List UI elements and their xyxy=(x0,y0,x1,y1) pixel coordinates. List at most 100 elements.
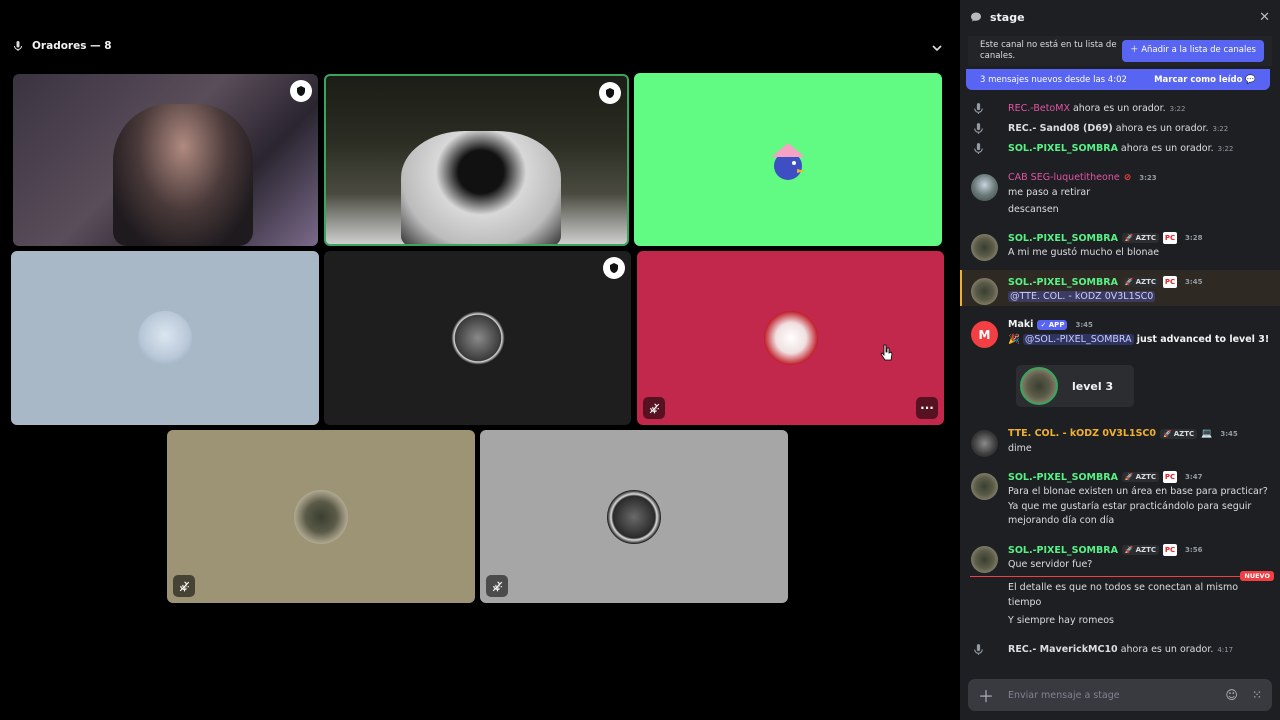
microphone-icon xyxy=(974,143,983,154)
message-author[interactable]: SOL.-PIXEL_SOMBRA xyxy=(1008,233,1118,244)
microphone-icon xyxy=(974,123,983,134)
app-badge-label: APP xyxy=(1048,320,1065,329)
new-badge: NUEVO xyxy=(1240,571,1274,581)
event-user[interactable]: SOL.-PIXEL_SOMBRA xyxy=(1008,143,1118,154)
message-composer: ＋ Enviar mensaje a stage ☺ ⁙ xyxy=(968,679,1272,711)
chat-message: SOL.-PIXEL_SOMBRA 🚀 AZTC PC 3:28 A mi me… xyxy=(960,232,1280,266)
avatar[interactable]: M xyxy=(971,321,998,348)
chat-bubble-icon xyxy=(971,12,981,22)
mark-read-button[interactable]: Marcar como leído 💬 xyxy=(1154,75,1256,85)
blocked-icon: ⊘ xyxy=(1123,172,1132,183)
event-text: ahora es un orador. xyxy=(1120,143,1214,154)
cursor-icon xyxy=(880,344,893,361)
event-text: ahora es un orador. xyxy=(1115,123,1209,134)
system-event: REC.- Sand08 (D69) ahora es un orador. 3… xyxy=(972,122,1228,135)
system-event: REC.- MaverickMC10 ahora es un orador. 4… xyxy=(972,643,1233,656)
mic-muted-icon xyxy=(492,581,502,591)
message-text: El detalle es que no todos se conectan a… xyxy=(1008,582,1239,608)
chat-panel: stage ✕ Este canal no está en tu lista d… xyxy=(960,0,1280,720)
level-card: level 3 xyxy=(1016,365,1134,407)
speaker-tile-video[interactable] xyxy=(13,74,318,246)
event-time: 4:17 xyxy=(1217,645,1234,654)
message-list: REC.-BetoMX ahora es un orador. 3:22 REC… xyxy=(960,90,1280,670)
microphone-icon xyxy=(974,644,983,655)
clan-tag: 🚀 AZTC xyxy=(1121,472,1160,482)
stage-view: Oradores — 8 ··· xyxy=(0,0,955,720)
computer-icon: 💻 xyxy=(1201,428,1213,439)
avatar[interactable] xyxy=(971,278,998,305)
message-text: Para el blonae existen un área en base p… xyxy=(1008,486,1268,527)
moderator-badge xyxy=(599,82,621,104)
message-text: me paso a retirar xyxy=(1008,187,1091,198)
chat-message: SOL.-PIXEL_SOMBRA 🚀 AZTC PC 3:47 Para el… xyxy=(960,471,1280,531)
message-author[interactable]: SOL.-PIXEL_SOMBRA xyxy=(1008,277,1118,288)
avatar[interactable] xyxy=(971,430,998,457)
event-time: 3:22 xyxy=(1217,144,1234,153)
pc-badge: PC xyxy=(1163,544,1178,556)
event-user[interactable]: REC.-BetoMX xyxy=(1008,103,1070,114)
house-bird-avatar-icon xyxy=(771,142,805,180)
message-text: Que servidor fue? xyxy=(1008,559,1093,570)
video-person xyxy=(113,104,253,246)
new-messages-bar[interactable]: 3 mensajes nuevos desde las 4:02 Marcar … xyxy=(966,69,1270,90)
speaker-tile[interactable] xyxy=(324,251,631,425)
new-divider xyxy=(970,576,1274,577)
avatar[interactable] xyxy=(971,546,998,573)
shield-icon xyxy=(606,88,614,98)
message-input[interactable]: Enviar mensaje a stage xyxy=(1008,690,1120,701)
apps-icon[interactable]: ⁙ xyxy=(1252,688,1262,702)
user-mention[interactable]: @SOL.-PIXEL_SOMBRA xyxy=(1022,334,1134,345)
emoji-icon[interactable]: ☺ xyxy=(1225,688,1238,702)
avatar[interactable] xyxy=(971,473,998,500)
clan-tag-label: AZTC xyxy=(1135,278,1157,286)
avatar[interactable] xyxy=(971,234,998,261)
microphone-icon xyxy=(974,103,983,114)
more-options-button[interactable]: ··· xyxy=(916,397,938,419)
chevron-down-icon[interactable] xyxy=(929,40,945,56)
moderator-badge xyxy=(290,80,312,102)
muted-indicator xyxy=(643,397,665,419)
app-badge: ✓ APP xyxy=(1037,319,1068,330)
message-time: 3:45 xyxy=(1220,429,1238,438)
message-author[interactable]: SOL.-PIXEL_SOMBRA xyxy=(1008,545,1118,556)
speaker-tile[interactable]: ··· xyxy=(637,251,944,425)
add-attachment-icon[interactable]: ＋ xyxy=(978,683,994,707)
message-time: 3:56 xyxy=(1185,546,1203,554)
speaker-tile[interactable] xyxy=(167,430,475,603)
clan-tag: 🚀 AZTC xyxy=(1160,428,1198,439)
shield-icon xyxy=(297,86,305,96)
speaker-tile[interactable] xyxy=(480,430,788,603)
add-channel-button[interactable]: ＋ Añadir a la lista de canales xyxy=(1122,40,1264,62)
speaker-tile[interactable] xyxy=(634,73,942,246)
chat-message: SOL.-PIXEL_SOMBRA 🚀 AZTC PC 3:45 @TTE. C… xyxy=(960,276,1280,306)
speaker-tile[interactable] xyxy=(11,251,319,425)
speaker-avatar xyxy=(450,311,505,365)
speaker-avatar xyxy=(763,311,818,365)
speaker-avatar xyxy=(138,311,192,365)
chat-header: stage ✕ xyxy=(960,0,1280,34)
pc-badge: PC xyxy=(1163,232,1178,244)
message-author[interactable]: Maki xyxy=(1008,319,1033,330)
event-time: 3:22 xyxy=(1212,124,1229,133)
speaker-tile-video-active[interactable] xyxy=(324,74,629,246)
pc-badge: PC xyxy=(1163,276,1178,288)
speakers-label: Oradores — 8 xyxy=(32,40,112,52)
message-author[interactable]: SOL.-PIXEL_SOMBRA xyxy=(1008,472,1118,483)
chat-message: SOL.-PIXEL_SOMBRA 🚀 AZTC PC 3:56 Que ser… xyxy=(960,544,1280,630)
message-time: 3:45 xyxy=(1075,320,1093,329)
event-text: ahora es un orador. xyxy=(1072,103,1166,114)
close-icon[interactable]: ✕ xyxy=(1259,10,1270,25)
event-user[interactable]: REC.- MaverickMC10 xyxy=(1008,644,1118,655)
muted-indicator xyxy=(173,575,195,597)
message-author[interactable]: TTE. COL. - kODZ 0V3L1SC0 xyxy=(1008,428,1156,439)
event-user[interactable]: REC.- Sand08 (D69) xyxy=(1008,123,1113,134)
avatar[interactable] xyxy=(971,174,998,201)
level-avatar xyxy=(1020,367,1058,405)
system-event: REC.-BetoMX ahora es un orador. 3:22 xyxy=(972,102,1185,115)
level-up-message: just advanced to level 3! xyxy=(1136,334,1270,345)
system-event: SOL.-PIXEL_SOMBRA ahora es un orador. 3:… xyxy=(972,142,1233,155)
chat-message: TTE. COL. - kODZ 0V3L1SC0 🚀 AZTC 💻 3:45 … xyxy=(960,428,1280,460)
speaker-avatar xyxy=(761,133,815,187)
message-author[interactable]: CAB SEG-luquetitheone xyxy=(1008,172,1120,183)
user-mention[interactable]: @TTE. COL. - kODZ 0V3L1SC0 xyxy=(1008,291,1156,302)
